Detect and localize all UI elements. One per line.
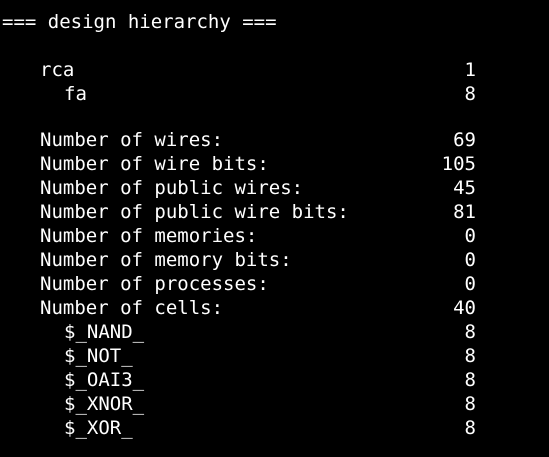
stat-label: Number of wire bits:: [40, 153, 269, 175]
stat-label: Number of public wires:: [40, 177, 304, 199]
stat-value: 0: [464, 225, 476, 247]
cell-type-count: 8: [464, 417, 476, 439]
hierarchy-module-name: rca: [40, 59, 75, 81]
cell-type-name: $_OAI3_: [64, 369, 145, 391]
cell-type-name: $_NAND_: [64, 321, 145, 343]
stat-value: 69: [453, 129, 476, 151]
stat-value: 81: [453, 201, 476, 223]
stat-label: Number of wires:: [40, 129, 224, 151]
cell-type-count: 8: [464, 393, 476, 415]
cell-type-count: 8: [464, 321, 476, 343]
hierarchy-module-count: 8: [464, 83, 476, 105]
hierarchy-module-name: fa: [64, 83, 87, 105]
stat-value: 0: [464, 273, 476, 295]
stat-label: Number of processes:: [40, 273, 269, 295]
cell-type-name: $_XNOR_: [64, 393, 145, 415]
stat-value: 45: [453, 177, 476, 199]
stat-label: Number of cells:: [40, 297, 224, 319]
cell-type-name: $_NOT_: [64, 345, 133, 367]
stat-value: 40: [453, 297, 476, 319]
terminal-window: { "header": "=== design hierarchy ===", …: [0, 0, 549, 457]
stat-label: Number of memories:: [40, 225, 258, 247]
cell-type-count: 8: [464, 369, 476, 391]
hierarchy-module-count: 1: [464, 59, 476, 81]
stat-value: 105: [441, 153, 476, 175]
cell-type-count: 8: [464, 345, 476, 367]
stat-label: Number of memory bits:: [40, 249, 292, 271]
stat-label: Number of public wire bits:: [40, 201, 349, 223]
section-header: === design hierarchy ===: [2, 11, 277, 33]
stat-value: 0: [464, 249, 476, 271]
cell-type-name: $_XOR_: [64, 417, 133, 439]
